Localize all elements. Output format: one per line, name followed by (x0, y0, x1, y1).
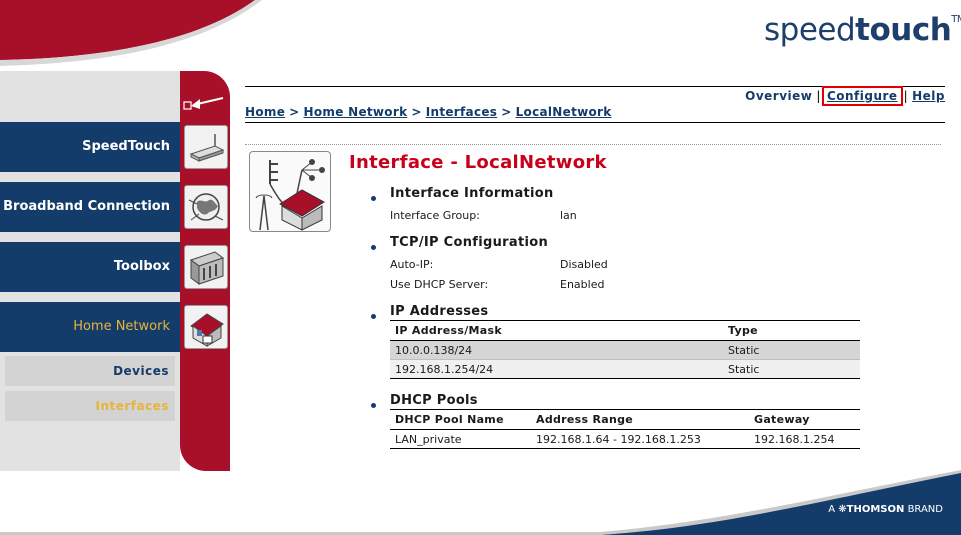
table-cell: 10.0.0.138/24 (390, 340, 723, 360)
column-header: Type (723, 320, 860, 341)
column-header: IP Address/Mask (390, 320, 723, 341)
section-heading-ip-addresses: IP Addresses (390, 304, 489, 319)
table-cell: Static (723, 340, 860, 360)
help-link[interactable]: Help (912, 89, 945, 103)
content-divider (245, 144, 941, 145)
network-interface-icon (249, 151, 331, 232)
nav-item-speedtouch[interactable]: SpeedTouch (0, 122, 180, 172)
house-icon[interactable] (184, 305, 228, 349)
configure-link[interactable]: Configure (821, 86, 903, 106)
nav-label: Home Network (73, 319, 170, 334)
thomson-logo-icon: ❋ (838, 504, 847, 515)
breadcrumb: Home > Home Network > Interfaces > LocalNetwor… (245, 105, 612, 119)
nav-label: Toolbox (113, 259, 170, 274)
toolbox-icon[interactable] (184, 245, 228, 289)
auto-ip-value: Disabled (560, 258, 608, 271)
breadcrumb-localnetwork[interactable]: LocalNetwork (516, 105, 612, 119)
thomson-brand: A ❋THOMSON BRAND (828, 504, 943, 515)
nav-item-toolbox[interactable]: Toolbox (0, 242, 180, 292)
section-bullet (371, 314, 376, 319)
section-heading-tcpip: TCP/IP Configuration (390, 235, 549, 250)
nav-label: Broadband Connection (3, 199, 170, 214)
table-header-row: IP Address/Mask Type (390, 320, 860, 341)
interface-group-label: Interface Group: (390, 209, 480, 222)
ip-addresses-table: IP Address/Mask Type 10.0.0.138/24 Stati… (390, 320, 860, 379)
subnav-item-devices[interactable]: Devices (5, 356, 175, 386)
dhcp-server-value: Enabled (560, 278, 605, 291)
table-row[interactable]: LAN_private 192.168.1.64 - 192.168.1.253… (390, 429, 860, 449)
section-bullet (371, 403, 376, 408)
table-row[interactable]: 192.168.1.254/24 Static (390, 359, 860, 379)
column-header: Address Range (531, 409, 749, 430)
table-cell: LAN_private (390, 429, 531, 449)
table-row[interactable]: 10.0.0.138/24 Static (390, 340, 860, 360)
interface-group-value: lan (560, 209, 577, 222)
header-divider (245, 122, 945, 123)
table-cell: 192.168.1.254 (749, 429, 860, 449)
column-header: Gateway (749, 409, 860, 430)
column-header: DHCP Pool Name (390, 409, 531, 430)
auto-ip-label: Auto-IP: (390, 258, 434, 271)
nav-label: SpeedTouch (82, 139, 170, 154)
footer-swoosh (0, 470, 961, 535)
subnav-label: Devices (113, 364, 169, 378)
overview-link[interactable]: Overview (745, 89, 812, 103)
globe-icon[interactable] (184, 185, 228, 229)
section-heading-interface-information: Interface Information (390, 186, 554, 201)
nav-item-home-network[interactable]: Home Network (0, 302, 180, 352)
dhcp-server-label: Use DHCP Server: (390, 278, 489, 291)
table-cell: 192.168.1.64 - 192.168.1.253 (531, 429, 749, 449)
table-cell: Static (723, 359, 860, 379)
table-cell: 192.168.1.254/24 (390, 359, 723, 379)
router-icon[interactable] (184, 125, 228, 169)
breadcrumb-interfaces[interactable]: Interfaces (426, 105, 498, 119)
table-header-row: DHCP Pool Name Address Range Gateway (390, 409, 860, 430)
header-swoosh (0, 0, 262, 66)
header-divider (245, 86, 945, 87)
dhcp-pools-table: DHCP Pool Name Address Range Gateway LAN… (390, 409, 860, 449)
speedtouch-logo: speedtouchTM (764, 12, 961, 48)
nav-item-broadband-connection[interactable]: Broadband Connection (0, 182, 180, 232)
subnav-item-interfaces[interactable]: Interfaces (5, 391, 175, 421)
section-bullet (371, 245, 376, 250)
page-title: Interface - LocalNetwork (349, 152, 607, 173)
back-arrow-icon[interactable] (183, 96, 227, 114)
top-links: Overview | Configure | Help (745, 86, 945, 106)
section-heading-dhcp-pools: DHCP Pools (390, 393, 478, 408)
breadcrumb-home-network[interactable]: Home Network (304, 105, 408, 119)
breadcrumb-home[interactable]: Home (245, 105, 285, 119)
subnav-label: Interfaces (95, 399, 169, 413)
section-bullet (371, 196, 376, 201)
